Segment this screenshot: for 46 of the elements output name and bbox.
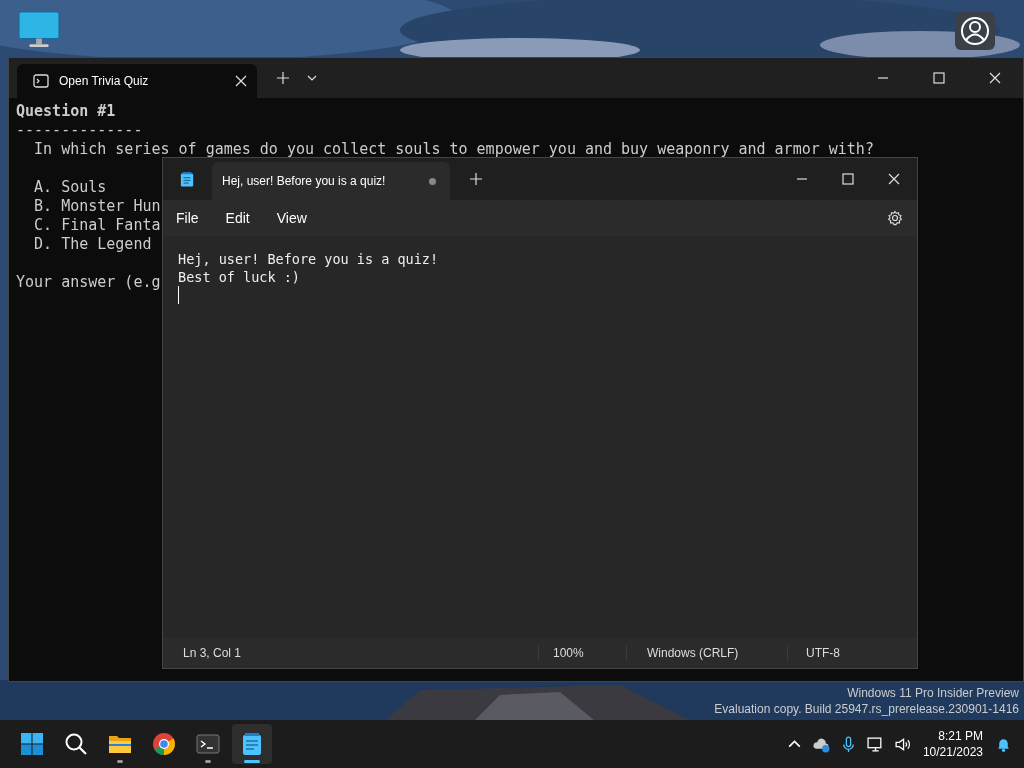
terminal-line: In which series of games do you collect souls to empower you and buy weaponry and armor with? — [33, 140, 874, 159]
terminal-tab[interactable]: Open Trivia Quiz — [17, 64, 257, 98]
encoding: UTF-8 — [787, 646, 840, 660]
terminal-line: Your answer (e.g — [16, 273, 161, 292]
maximize-icon[interactable] — [933, 72, 945, 84]
volume-icon[interactable] — [893, 735, 911, 753]
text-cursor — [178, 286, 179, 304]
tab-title: Hej, user! Before you is a quiz! — [222, 174, 387, 188]
clock-time[interactable]: 8:21 PM — [938, 728, 983, 744]
new-tab-icon[interactable] — [470, 173, 482, 185]
text-editor[interactable]: Hej, user! Before you is a quiz! Best of luck :) — [163, 236, 917, 638]
close-icon[interactable] — [989, 72, 1001, 84]
menu-item[interactable]: File — [176, 210, 199, 226]
terminal-line: -------------- — [16, 121, 143, 140]
zoom-level: 100% — [538, 646, 626, 660]
watermark-text: Evaluation copy. Build 25947.rs_prerelease.230901-1416 — [714, 701, 1019, 717]
line-ending: Windows (CRLF) — [626, 646, 787, 660]
clock-date[interactable]: 10/21/2023 — [922, 744, 983, 760]
close-icon[interactable] — [235, 75, 247, 87]
search-icon — [64, 732, 88, 756]
notepad-icon — [240, 732, 264, 756]
terminal-line: D. The Legend — [33, 235, 152, 254]
menu-item[interactable]: View — [276, 210, 307, 226]
terminal-icon — [196, 732, 220, 756]
notepad-icon — [180, 170, 194, 188]
terminal-line: A. Souls — [33, 178, 107, 197]
terminal-line: B. Monster Hun — [33, 197, 161, 216]
notepad-tab[interactable]: Hej, user! Before you is a quiz! — [212, 162, 450, 200]
terminal-line: Question #1 — [16, 102, 116, 121]
tab-title: Open Trivia Quiz — [59, 74, 150, 88]
windows-icon — [20, 732, 44, 756]
new-tab-icon[interactable] — [277, 72, 289, 84]
taskbar-button[interactable] — [232, 724, 272, 764]
editor-line: Hej, user! Before you is a quiz! — [178, 250, 440, 268]
terminal-icon — [33, 73, 49, 89]
watermark-text: Windows 11 Pro Insider Preview — [847, 685, 1019, 701]
settings-icon[interactable] — [887, 210, 903, 226]
close-icon[interactable] — [888, 173, 900, 185]
terminal-line: C. Final Fanta — [33, 216, 161, 235]
maximize-icon[interactable] — [842, 173, 854, 185]
editor-line: Best of luck :) — [178, 268, 301, 286]
monitor-icon[interactable] — [17, 11, 61, 49]
cursor-position: Ln 3, Col 1 — [182, 646, 243, 660]
menu-item[interactable]: Edit — [225, 210, 250, 226]
browser-icon — [152, 732, 176, 756]
account-button[interactable] — [955, 12, 995, 50]
